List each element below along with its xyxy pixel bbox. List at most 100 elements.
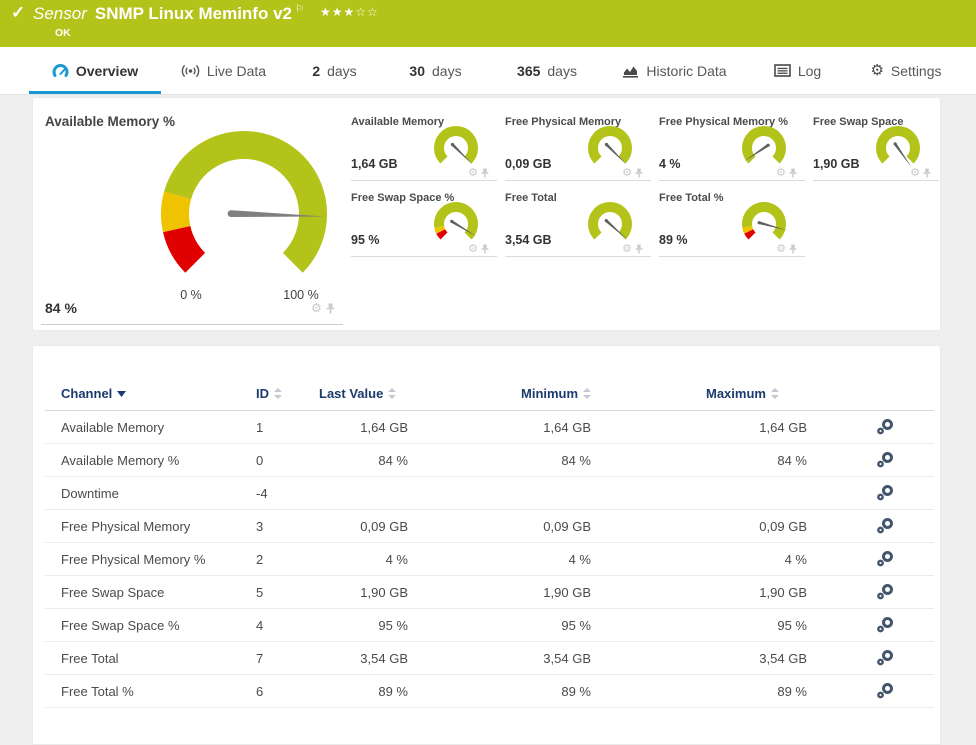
cell-minimum: 4 %: [568, 551, 591, 567]
channel-row-free-swap-space[interactable]: Free Swap Space % 4 95 % 95 % 95 %: [45, 609, 934, 642]
channel-row-downtime[interactable]: Downtime -4: [45, 477, 934, 510]
cell-last-value: 1,64 GB: [360, 419, 408, 435]
channel-settings-icon[interactable]: [875, 649, 895, 667]
gauge-pin-icon[interactable]: [326, 303, 335, 314]
main-gauge-underline: [41, 324, 343, 325]
cell-last-value: 84 %: [378, 452, 408, 468]
channel-settings-icon[interactable]: [875, 550, 895, 568]
mini-gauge-value: 3,54 GB: [505, 233, 552, 247]
tab-days[interactable]: 365 days: [486, 47, 608, 94]
gauge-settings-gear-icon[interactable]: ⚙: [468, 243, 478, 254]
gauge-settings-gear-icon[interactable]: ⚙: [622, 243, 632, 254]
cell-maximum: 95 %: [777, 617, 807, 633]
channel-row-free-swap-space[interactable]: Free Swap Space 5 1,90 GB 1,90 GB 1,90 GB: [45, 576, 934, 609]
cell-minimum: 1,64 GB: [543, 419, 591, 435]
channel-settings-icon[interactable]: [875, 583, 895, 601]
gauge-pin-icon[interactable]: [635, 168, 643, 178]
gauge-settings-gear-icon[interactable]: ⚙: [776, 243, 786, 254]
mini-gauge-value: 1,64 GB: [351, 157, 398, 171]
column-header-channel[interactable]: Channel: [61, 386, 127, 401]
tab-historic-data[interactable]: Historic Data: [608, 47, 741, 94]
gauge-pin-icon[interactable]: [789, 168, 797, 178]
channel-row-available-memory[interactable]: Available Memory % 0 84 % 84 % 84 %: [45, 444, 934, 477]
column-header-maximum[interactable]: Maximum: [706, 386, 779, 401]
cell-minimum: 3,54 GB: [543, 650, 591, 666]
cell-last-value: 95 %: [378, 617, 408, 633]
tab-bar: Overview Live Data 2 days 30 days 365 days Histo…: [0, 47, 976, 95]
sort-icon: [770, 388, 779, 399]
cell-channel: Free Total %: [61, 683, 134, 699]
channel-row-free-physical-memory[interactable]: Free Physical Memory % 2 4 % 4 % 4 %: [45, 543, 934, 576]
sort-icon: [583, 388, 592, 399]
gauge-settings-gear-icon[interactable]: ⚙: [622, 167, 632, 178]
tab-log[interactable]: Log: [741, 47, 854, 94]
channel-settings-icon[interactable]: [875, 616, 895, 634]
status-badge: OK: [55, 27, 71, 39]
gauge-settings-gear-icon[interactable]: ⚙: [311, 302, 322, 314]
status-ok-check-icon: ✓: [11, 3, 26, 22]
gauge-settings-gear-icon[interactable]: ⚙: [468, 167, 478, 178]
channel-settings-icon[interactable]: [875, 451, 895, 469]
gauge-pin-icon[interactable]: [923, 168, 931, 178]
channel-settings-icon[interactable]: [875, 517, 895, 535]
gauge-settings-gear-icon[interactable]: ⚙: [776, 167, 786, 178]
mini-gauge-free-physical-memory: Free Physical Memory % 4 % ⚙: [659, 114, 805, 181]
cell-channel: Free Total: [61, 650, 119, 666]
sort-caret-icon: [117, 390, 127, 397]
channel-settings-icon[interactable]: [875, 418, 895, 436]
gauge-settings-gear-icon[interactable]: ⚙: [910, 167, 920, 178]
cell-channel: Free Swap Space %: [61, 617, 180, 633]
tab-overview[interactable]: Overview: [27, 47, 163, 94]
cell-maximum: 1,64 GB: [759, 419, 807, 435]
tab-label: days: [327, 62, 357, 79]
sensor-header: ✓ Sensor SNMP Linux Meminfo v2 ⚐ ★★★☆☆ O…: [0, 0, 976, 47]
channels-panel: Channel ID Last Value Minimum Maximum Av…: [32, 345, 941, 745]
mini-gauge-value: 1,90 GB: [813, 157, 860, 171]
channel-row-free-total[interactable]: Free Total % 6 89 % 89 % 89 %: [45, 675, 934, 708]
priority-stars[interactable]: ★★★☆☆: [320, 5, 379, 19]
tab-label: Historic Data: [646, 62, 727, 79]
tab-label: Log: [797, 62, 822, 79]
cell-id: -4: [256, 485, 268, 501]
main-gauge-min-label: 0 %: [180, 288, 202, 302]
cell-maximum: 84 %: [777, 452, 807, 468]
cell-maximum: 4 %: [784, 551, 807, 567]
gauge-pin-icon[interactable]: [789, 244, 797, 254]
tab-number: 365: [517, 62, 541, 79]
main-gauge: [161, 130, 328, 273]
channel-settings-icon[interactable]: [875, 682, 895, 700]
mini-gauge-value: 4 %: [659, 157, 681, 171]
mini-gauge-dial: [742, 202, 787, 240]
channel-row-available-memory[interactable]: Available Memory 1 1,64 GB 1,64 GB 1,64 GB: [45, 411, 934, 444]
tab-settings[interactable]: ⚙ Settings: [854, 47, 958, 94]
cell-id: 3: [256, 518, 264, 534]
tab-number: 2: [312, 62, 321, 79]
channel-settings-icon[interactable]: [875, 484, 895, 502]
sort-icon: [274, 388, 282, 399]
tab-days[interactable]: 2 days: [284, 47, 385, 94]
channel-row-free-physical-memory[interactable]: Free Physical Memory 3 0,09 GB 0,09 GB 0,09 …: [45, 510, 934, 543]
cell-minimum: 84 %: [561, 452, 591, 468]
gauge-pin-icon[interactable]: [481, 244, 489, 254]
gauge-pin-icon[interactable]: [481, 168, 489, 178]
cell-id: 2: [256, 551, 264, 567]
tab-days[interactable]: 30 days: [385, 47, 486, 94]
tab-label: days: [547, 62, 577, 79]
gear-icon: ⚙: [870, 61, 884, 79]
cell-id: 1: [256, 419, 264, 435]
tab-label: Settings: [890, 62, 942, 79]
gauge-pin-icon[interactable]: [635, 244, 643, 254]
tab-label: Live Data: [206, 62, 267, 79]
column-header-last-value[interactable]: Last Value: [319, 386, 397, 401]
cell-last-value: 0,09 GB: [360, 518, 408, 534]
mini-gauge-dial: [876, 126, 920, 168]
column-header-id[interactable]: ID: [256, 386, 282, 401]
channel-row-free-total[interactable]: Free Total 7 3,54 GB 3,54 GB 3,54 GB: [45, 642, 934, 675]
cell-minimum: 0,09 GB: [543, 518, 591, 534]
tab-live-data[interactable]: Live Data: [163, 47, 284, 94]
column-header-minimum[interactable]: Minimum: [521, 386, 592, 401]
cell-id: 6: [256, 683, 264, 699]
priority-flag-icon[interactable]: ⚐: [295, 4, 304, 15]
cell-channel: Free Physical Memory: [61, 518, 191, 534]
table-body: Available Memory 1 1,64 GB 1,64 GB 1,64 GB Av…: [33, 411, 940, 708]
